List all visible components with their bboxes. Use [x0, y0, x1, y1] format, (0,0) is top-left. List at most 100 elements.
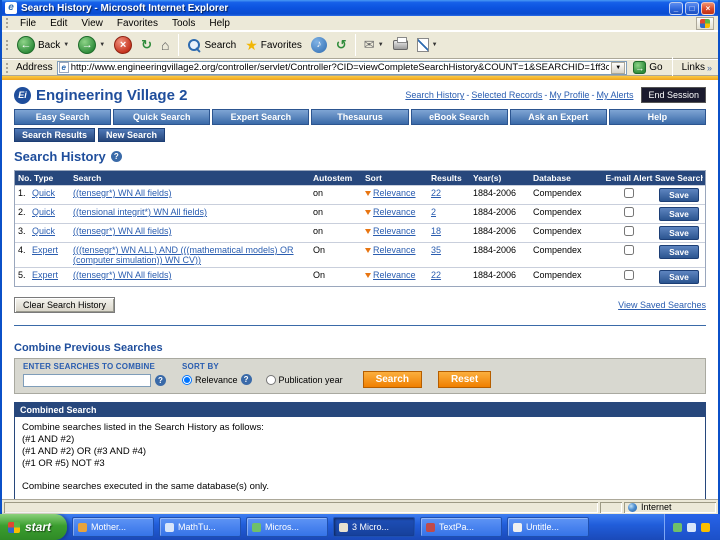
stop-button[interactable]: × — [110, 34, 136, 56]
search-link[interactable]: ((tensegr*) WN All fields) — [73, 188, 172, 198]
menu-view[interactable]: View — [75, 17, 109, 30]
tab-help[interactable]: Help — [608, 109, 706, 125]
link-search-history[interactable]: Search History — [405, 90, 464, 100]
combine-reset-button[interactable]: Reset — [437, 371, 492, 388]
go-button[interactable]: → Go — [631, 61, 664, 74]
email-alert-checkbox[interactable] — [624, 207, 634, 217]
address-dropdown-button[interactable]: ▼ — [611, 61, 626, 74]
links-button[interactable]: Links » — [680, 62, 714, 73]
save-button[interactable]: Save — [659, 226, 699, 240]
save-button[interactable]: Save — [659, 270, 699, 284]
type-link[interactable]: Quick — [32, 226, 55, 236]
menu-tools[interactable]: Tools — [166, 17, 201, 30]
taskbar-item[interactable]: Micros... — [246, 517, 329, 537]
link-my-alerts[interactable]: My Alerts — [596, 90, 633, 100]
results-link[interactable]: 18 — [431, 226, 441, 236]
results-link[interactable]: 2 — [431, 207, 436, 217]
tray-icon[interactable] — [673, 522, 682, 532]
print-button[interactable] — [389, 37, 412, 52]
search-link[interactable]: ((tensegr*) WN All fields) — [73, 226, 172, 236]
taskbar-item[interactable]: MathTu... — [159, 517, 242, 537]
sort-link[interactable]: Relevance — [373, 207, 416, 217]
type-link[interactable]: Quick — [32, 188, 55, 198]
help-icon[interactable]: ? — [155, 375, 166, 386]
taskbar: start Mother... MathTu... Micros... 3 Mi… — [0, 514, 720, 540]
search-link[interactable]: (((tensegr*) WN ALL) AND (((mathematical… — [73, 245, 294, 265]
publication-year-radio[interactable] — [265, 374, 276, 385]
media-button[interactable]: ♪ — [307, 35, 331, 55]
sort-link[interactable]: Relevance — [373, 245, 416, 255]
favorites-button[interactable]: ★ Favorites — [241, 35, 306, 55]
mail-button[interactable]: ✉ ▼ — [360, 35, 388, 55]
help-icon[interactable]: ? — [110, 151, 122, 162]
combine-input[interactable] — [23, 374, 151, 387]
address-input[interactable] — [70, 61, 610, 74]
menu-file[interactable]: File — [14, 17, 42, 30]
email-alert-checkbox[interactable] — [624, 188, 634, 198]
history-button[interactable]: ↺ — [332, 35, 351, 55]
link-my-profile[interactable]: My Profile — [549, 90, 589, 100]
help-icon[interactable]: ? — [240, 374, 252, 385]
save-button[interactable]: Save — [659, 207, 699, 221]
email-alert-checkbox[interactable] — [624, 245, 634, 255]
forward-dropdown-icon[interactable]: ▼ — [99, 42, 105, 48]
tab-easy-search[interactable]: Easy Search — [14, 109, 112, 125]
taskbar-item[interactable]: Mother... — [72, 517, 155, 537]
subtab-new-search[interactable]: New Search — [98, 128, 166, 142]
sort-desc-icon — [365, 229, 371, 234]
tray-icon[interactable] — [687, 522, 696, 532]
search-link[interactable]: ((tensional integrit*) WN All fields) — [73, 207, 207, 217]
toolbar-separator — [354, 34, 356, 56]
sort-link[interactable]: Relevance — [373, 188, 416, 198]
save-button[interactable]: Save — [659, 188, 699, 202]
email-alert-checkbox[interactable] — [624, 270, 634, 280]
sort-link[interactable]: Relevance — [373, 270, 416, 280]
results-link[interactable]: 22 — [431, 270, 441, 280]
tab-quick-search[interactable]: Quick Search — [113, 109, 211, 125]
tab-expert-search[interactable]: Expert Search — [212, 109, 310, 125]
forward-button[interactable]: → ▼ — [74, 34, 109, 56]
search-link[interactable]: ((tensegr*) WN All fields) — [73, 270, 172, 280]
tab-ebook-search[interactable]: eBook Search — [410, 109, 508, 125]
sort-link[interactable]: Relevance — [373, 226, 416, 236]
edit-dropdown-icon[interactable]: ▼ — [432, 42, 438, 48]
addressbar-grip[interactable] — [6, 62, 9, 73]
toolbar-grip[interactable] — [6, 40, 9, 50]
edit-button[interactable]: ▼ — [413, 36, 442, 54]
type-link[interactable]: Quick — [32, 207, 55, 217]
results-link[interactable]: 35 — [431, 245, 441, 255]
menubar-grip[interactable] — [6, 18, 9, 28]
menu-favorites[interactable]: Favorites — [111, 17, 164, 30]
search-button[interactable]: Search — [183, 36, 241, 55]
maximize-button[interactable]: □ — [685, 1, 699, 15]
taskbar-item[interactable]: Untitle... — [507, 517, 590, 537]
desktop: e Search History - Microsoft Internet Ex… — [0, 0, 720, 540]
email-alert-checkbox[interactable] — [624, 226, 634, 236]
tab-thesaurus[interactable]: Thesaurus — [311, 109, 409, 125]
menu-help[interactable]: Help — [203, 17, 236, 30]
taskbar-item-active[interactable]: 3 Micro... — [333, 517, 416, 537]
start-button[interactable]: start — [0, 514, 68, 540]
tray-icon[interactable] — [701, 522, 710, 532]
minimize-button[interactable]: _ — [669, 1, 683, 15]
subtab-search-results[interactable]: Search Results — [14, 128, 96, 142]
link-selected-records[interactable]: Selected Records — [471, 90, 542, 100]
refresh-button[interactable]: ↻ — [137, 35, 156, 55]
results-link[interactable]: 22 — [431, 188, 441, 198]
back-dropdown-icon[interactable]: ▼ — [63, 42, 69, 48]
tab-ask-an-expert[interactable]: Ask an Expert — [509, 109, 607, 125]
view-saved-searches-link[interactable]: View Saved Searches — [618, 300, 706, 310]
home-button[interactable]: ⌂ — [157, 35, 173, 55]
relevance-radio[interactable] — [182, 374, 192, 385]
type-link[interactable]: Expert — [32, 270, 58, 280]
taskbar-item[interactable]: TextPa... — [420, 517, 503, 537]
clear-search-history-button[interactable]: Clear Search History — [14, 297, 116, 313]
close-button[interactable]: × — [701, 1, 715, 15]
end-session-button[interactable]: End Session — [641, 87, 706, 103]
combine-search-button[interactable]: Search — [362, 371, 422, 388]
mail-dropdown-icon[interactable]: ▼ — [378, 42, 384, 48]
menu-edit[interactable]: Edit — [44, 17, 73, 30]
back-button[interactable]: ← Back ▼ — [13, 34, 73, 56]
type-link[interactable]: Expert — [32, 245, 58, 255]
save-button[interactable]: Save — [659, 245, 699, 259]
